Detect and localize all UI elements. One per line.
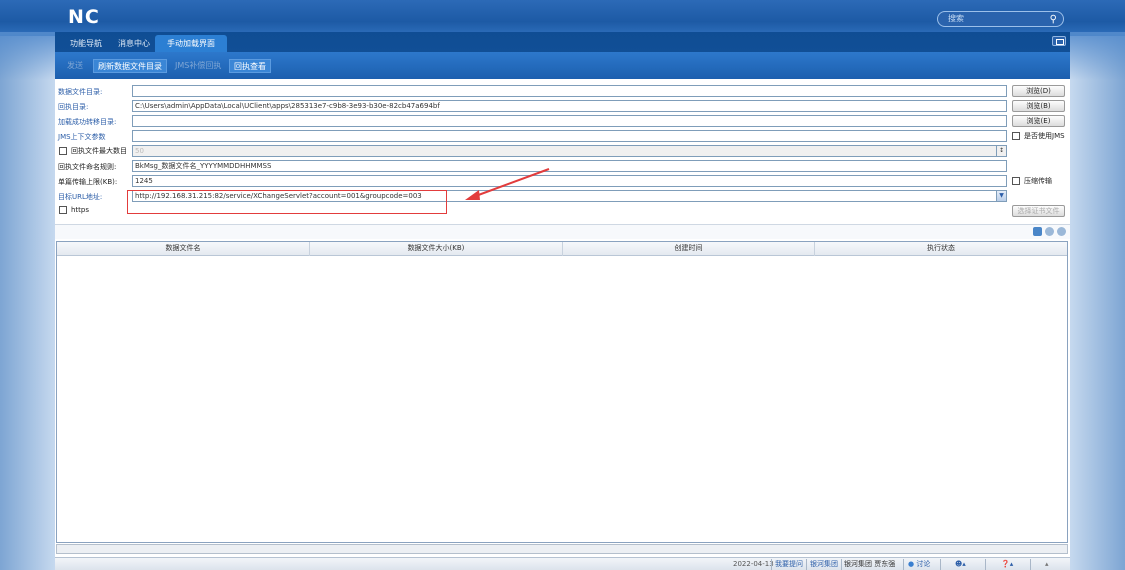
ask-question-link[interactable]: 我要提问 bbox=[775, 559, 803, 570]
nc-logo: NC bbox=[68, 6, 100, 28]
search-input[interactable]: 搜索 ⚲ bbox=[937, 11, 1064, 27]
discuss-icon: ● bbox=[908, 560, 915, 568]
status-divider bbox=[806, 559, 807, 570]
user-menu-icon[interactable]: ☻▴ bbox=[955, 559, 966, 570]
status-divider bbox=[985, 559, 986, 570]
search-icon[interactable]: ⚲ bbox=[1050, 13, 1057, 27]
col-file-size[interactable]: 数据文件大小(KB) bbox=[310, 242, 563, 256]
discuss-label: 讨论 bbox=[916, 560, 931, 568]
status-bar: 2022-04-13 我要提问 银河集团 银河集团 贾东强 ● 讨论 ☻▴ ❓▴… bbox=[55, 557, 1070, 570]
discuss-button[interactable]: ● 讨论 bbox=[908, 559, 930, 570]
main-panel: 功能导航 消息中心 手动加载界面 发送 刷新数据文件目录 JMS补偿回执 回执查… bbox=[55, 32, 1070, 570]
grid-toolbar bbox=[55, 224, 1070, 239]
grid-header: 数据文件名 数据文件大小(KB) 创建时间 执行状态 bbox=[57, 242, 1067, 256]
horizontal-scrollbar[interactable] bbox=[56, 544, 1068, 554]
refresh-icon[interactable] bbox=[1057, 227, 1066, 236]
user-org-label: 银河集团 贾东强 bbox=[844, 560, 896, 568]
top-bar: NC 搜索 ⚲ bbox=[0, 0, 1125, 80]
arrow-shaft bbox=[472, 168, 550, 198]
arrow-head bbox=[465, 190, 480, 200]
expand-up-icon[interactable]: ▴ bbox=[1045, 559, 1049, 570]
status-divider bbox=[903, 559, 904, 570]
col-created-time[interactable]: 创建时间 bbox=[563, 242, 815, 256]
export-icon[interactable] bbox=[1033, 227, 1042, 236]
status-divider bbox=[841, 559, 842, 570]
data-file-grid: 数据文件名 数据文件大小(KB) 创建时间 执行状态 bbox=[56, 241, 1068, 543]
col-exec-status[interactable]: 执行状态 bbox=[815, 242, 1067, 256]
help-icon[interactable]: ❓▴ bbox=[1001, 559, 1013, 570]
status-divider bbox=[1030, 559, 1031, 570]
status-date: 2022-04-13 bbox=[733, 560, 774, 568]
search-placeholder: 搜索 bbox=[948, 14, 964, 23]
annotation-arrow bbox=[465, 168, 550, 200]
group-link[interactable]: 银河集团 bbox=[810, 559, 838, 570]
col-file-name[interactable]: 数据文件名 bbox=[57, 242, 310, 256]
settings-icon[interactable] bbox=[1045, 227, 1054, 236]
status-divider bbox=[940, 559, 941, 570]
status-divider bbox=[771, 559, 772, 570]
